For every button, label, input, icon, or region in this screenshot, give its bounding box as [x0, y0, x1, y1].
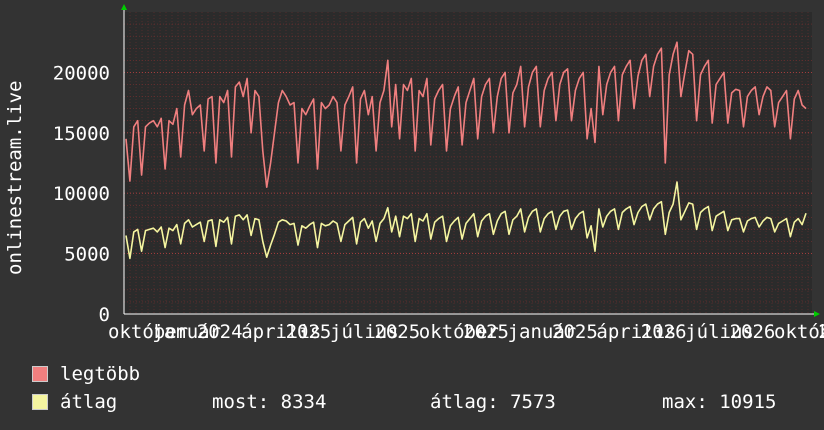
- x-tick-label: október: [774, 321, 824, 343]
- legend-label-max: legtöbb: [60, 363, 141, 385]
- x-tick-label: 2025: [286, 321, 332, 343]
- stat-average: átlag: 7573: [430, 391, 556, 413]
- x-tick-label: 2024: [197, 321, 243, 343]
- plot-area: [124, 12, 812, 314]
- y-tick-label: 20000: [53, 62, 110, 84]
- legend-swatch-avg: [32, 394, 48, 410]
- stat-current: most: 8334: [212, 391, 327, 413]
- y-tick-label: 15000: [53, 123, 110, 145]
- legend-item-max: legtöbb: [32, 363, 140, 385]
- stat-max: max: 10915: [662, 391, 777, 413]
- y-tick-label: 5000: [64, 244, 110, 266]
- x-tick-label: 2026: [641, 321, 687, 343]
- x-tick-label: 2026: [730, 321, 776, 343]
- x-tick-label: 2025: [463, 321, 509, 343]
- x-tick-label: 2025: [552, 321, 598, 343]
- x-tick-label: 2025: [374, 321, 420, 343]
- y-tick-label: 10000: [53, 183, 110, 205]
- x-axis-arrow: [814, 311, 820, 317]
- legend-swatch-max: [32, 366, 48, 382]
- legend-item-avg: átlag: [32, 391, 117, 413]
- x-tick-label: 20: [818, 321, 824, 343]
- y-axis-arrow: [121, 4, 127, 10]
- legend-label-avg: átlag: [60, 391, 118, 413]
- y-axis-title: onlinestream.live: [4, 80, 26, 275]
